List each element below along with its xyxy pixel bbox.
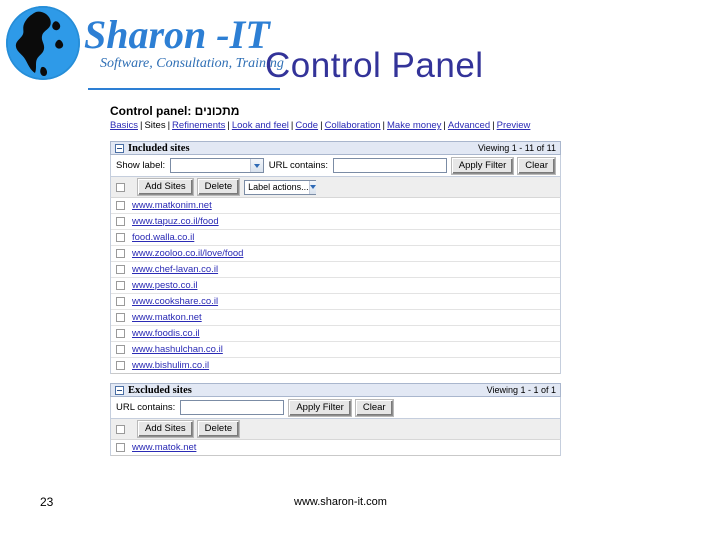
site-row: www.matok.net: [111, 440, 560, 456]
site-checkbox[interactable]: [116, 265, 125, 274]
nav-link-sites: Sites: [144, 120, 166, 131]
site-checkbox[interactable]: [116, 233, 125, 242]
excluded-sites-title: Excluded sites: [128, 384, 192, 396]
site-link[interactable]: www.matkon.net: [132, 312, 202, 323]
url-contains-label: URL contains:: [116, 402, 176, 413]
site-checkbox[interactable]: [116, 313, 125, 322]
nav-link-preview[interactable]: Preview: [497, 120, 531, 131]
show-label-select[interactable]: [170, 158, 264, 173]
label-actions-select[interactable]: Label actions...: [244, 179, 317, 195]
apply-filter-button[interactable]: Apply Filter: [451, 157, 514, 174]
nav-link-advanced[interactable]: Advanced: [448, 120, 490, 131]
clear-button[interactable]: Clear: [518, 157, 555, 174]
included-sites-list: www.matkonim.net www.tapuz.co.il/food food…: [110, 198, 561, 374]
delete-button[interactable]: Delete: [197, 421, 240, 437]
site-link[interactable]: www.zooloo.co.il/love/food: [132, 248, 243, 259]
nav-link-basics[interactable]: Basics: [110, 120, 138, 131]
site-row: www.matkonim.net: [111, 198, 560, 214]
site-checkbox[interactable]: [116, 329, 125, 338]
control-panel-header: Control panel: מתכונים Basics | Sites | Refi…: [104, 99, 567, 132]
excluded-sites-list: www.matok.net: [110, 440, 561, 456]
select-all-checkbox[interactable]: [116, 182, 125, 192]
url-contains-input[interactable]: [180, 400, 285, 415]
included-sites-title: Included sites: [128, 142, 190, 154]
excluded-filter-row: URL contains: Apply Filter Clear: [110, 397, 561, 419]
show-label-label: Show label:: [116, 160, 166, 171]
site-link[interactable]: www.foodis.co.il: [132, 328, 200, 339]
site-checkbox[interactable]: [116, 249, 125, 258]
nav-link-collaboration[interactable]: Collaboration: [325, 120, 381, 131]
add-sites-button[interactable]: Add Sites: [138, 179, 193, 195]
control-panel-heading: Control panel: מתכונים: [110, 104, 240, 118]
slide-number: 23: [40, 495, 54, 509]
control-panel-screenshot: Control panel: מתכונים Basics | Sites | Refi…: [104, 99, 567, 489]
site-checkbox[interactable]: [116, 201, 125, 210]
nav-link-make-money[interactable]: Make money: [387, 120, 441, 131]
site-row: www.pesto.co.il: [111, 278, 560, 294]
site-link[interactable]: food.walla.co.il: [132, 232, 194, 243]
site-row: www.matkon.net: [111, 310, 560, 326]
site-link[interactable]: www.bishulim.co.il: [132, 360, 209, 371]
excluded-sites-bar: Excluded sites Viewing 1 - 1 of 1: [110, 383, 561, 397]
excluded-toolbar: Add Sites Delete: [110, 419, 561, 440]
site-row: www.cookshare.co.il: [111, 294, 560, 310]
site-row: www.tapuz.co.il/food: [111, 214, 560, 230]
slide-header: Sharon -IT Software, Consultation, Train…: [0, 0, 720, 100]
site-row: www.zooloo.co.il/love/food: [111, 246, 560, 262]
url-contains-label: URL contains:: [268, 160, 329, 171]
site-link[interactable]: www.hashulchan.co.il: [132, 344, 223, 355]
control-panel-nav: Basics | Sites | Refinements | Look and feel | C…: [110, 120, 561, 132]
site-checkbox[interactable]: [116, 361, 125, 370]
included-sites-bar: Included sites Viewing 1 - 11 of 11: [110, 141, 561, 155]
site-link[interactable]: www.matok.net: [132, 442, 196, 453]
chevron-down-icon: [249, 159, 263, 172]
included-filter-row: Show label: URL contains: Apply Filter C…: [110, 155, 561, 177]
excluded-sites-viewing: Viewing 1 - 1 of 1: [486, 385, 556, 395]
page-title: Control Panel: [265, 46, 484, 85]
site-row: food.walla.co.il: [111, 230, 560, 246]
delete-button[interactable]: Delete: [197, 179, 240, 195]
collapse-minus-icon[interactable]: [115, 385, 124, 395]
logo-divider: [88, 88, 280, 90]
nav-link-refinements[interactable]: Refinements: [172, 120, 225, 131]
site-link[interactable]: www.chef-lavan.co.il: [132, 264, 218, 275]
globe-icon: [6, 6, 80, 80]
site-link[interactable]: www.matkonim.net: [132, 200, 212, 211]
site-checkbox[interactable]: [116, 345, 125, 354]
site-link[interactable]: www.pesto.co.il: [132, 280, 197, 291]
included-sites-section: Included sites Viewing 1 - 11 of 11 Show…: [110, 141, 561, 374]
nav-link-look-and-feel[interactable]: Look and feel: [232, 120, 289, 131]
site-row: www.bishulim.co.il: [111, 358, 560, 374]
included-toolbar: Add Sites Delete Label actions...: [110, 177, 561, 198]
site-checkbox[interactable]: [116, 443, 125, 452]
site-link[interactable]: www.tapuz.co.il/food: [132, 216, 219, 227]
chevron-down-icon: [308, 180, 316, 194]
select-all-checkbox[interactable]: [116, 424, 125, 434]
site-row: www.chef-lavan.co.il: [111, 262, 560, 278]
slide-footer-website: www.sharon-it.com: [294, 496, 387, 508]
included-sites-viewing: Viewing 1 - 11 of 11: [477, 143, 556, 153]
url-contains-input[interactable]: [333, 158, 447, 173]
site-checkbox[interactable]: [116, 281, 125, 290]
site-checkbox[interactable]: [116, 297, 125, 306]
add-sites-button[interactable]: Add Sites: [138, 421, 193, 437]
collapse-minus-icon[interactable]: [115, 143, 124, 153]
apply-filter-button[interactable]: Apply Filter: [289, 399, 351, 416]
nav-link-code[interactable]: Code: [295, 120, 318, 131]
excluded-sites-section: Excluded sites Viewing 1 - 1 of 1 URL co…: [110, 383, 561, 456]
label-actions-value: Label actions...: [248, 182, 309, 192]
clear-button[interactable]: Clear: [355, 399, 393, 416]
site-checkbox[interactable]: [116, 217, 125, 226]
site-row: www.hashulchan.co.il: [111, 342, 560, 358]
site-row: www.foodis.co.il: [111, 326, 560, 342]
site-link[interactable]: www.cookshare.co.il: [132, 296, 218, 307]
